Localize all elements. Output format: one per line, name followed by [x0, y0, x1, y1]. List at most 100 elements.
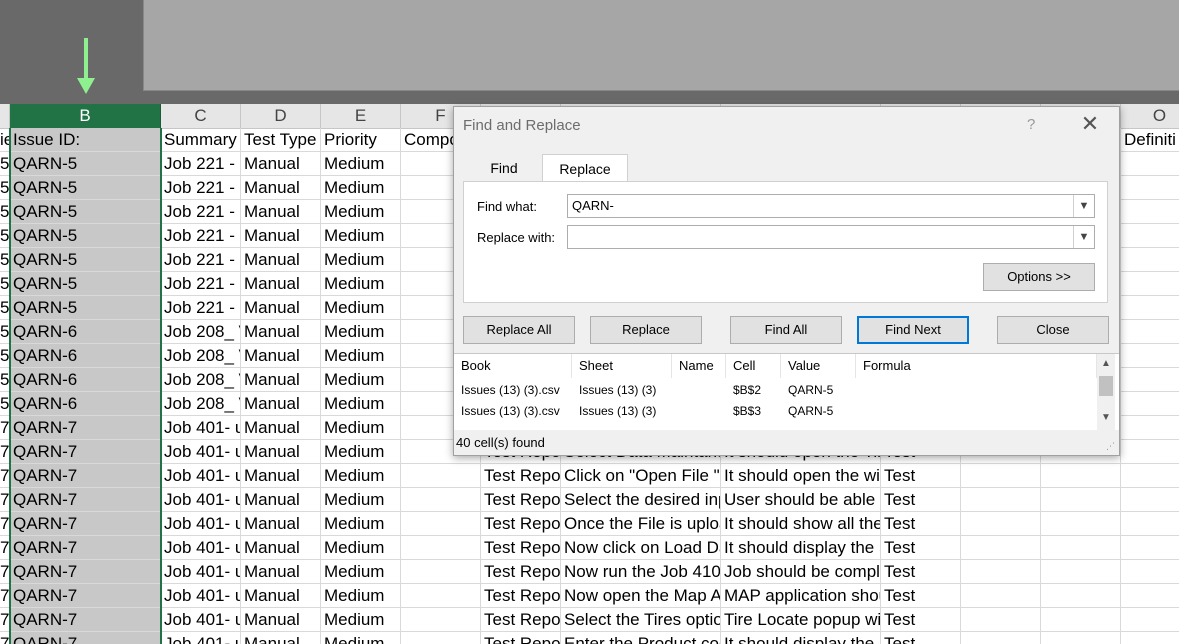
- table-cell[interactable]: Medium: [321, 536, 401, 560]
- table-cell[interactable]: [1041, 536, 1121, 560]
- table-cell[interactable]: Tire Locate popup window shoul: [721, 608, 881, 632]
- table-cell[interactable]: QARN-7: [10, 464, 161, 488]
- result-sheet[interactable]: Issues (13) (3): [572, 380, 656, 401]
- table-cell[interactable]: [401, 464, 481, 488]
- table-cell[interactable]: It should show all the count of Sl: [721, 512, 881, 536]
- table-cell[interactable]: [1121, 416, 1179, 440]
- table-cell[interactable]: Job 221 - U: [161, 272, 241, 296]
- table-cell[interactable]: Manual: [241, 176, 321, 200]
- table-cell[interactable]: Manual: [241, 560, 321, 584]
- table-cell[interactable]: [1041, 608, 1121, 632]
- table-cell[interactable]: Select the desired inp: [561, 488, 721, 512]
- table-cell[interactable]: It should display the information: [721, 632, 881, 644]
- table-cell[interactable]: Job 401- u: [161, 560, 241, 584]
- table-cell[interactable]: QARN-6: [10, 320, 161, 344]
- table-cell[interactable]: Job 208_ V: [161, 320, 241, 344]
- table-cell[interactable]: QARN-5: [10, 200, 161, 224]
- results-header-name[interactable]: Name: [672, 354, 726, 378]
- table-cell[interactable]: Test Repos: [481, 464, 561, 488]
- table-cell[interactable]: Job 401- u: [161, 416, 241, 440]
- table-cell[interactable]: [1121, 272, 1179, 296]
- table-cell[interactable]: [1121, 488, 1179, 512]
- table-cell[interactable]: Manual: [241, 224, 321, 248]
- table-cell[interactable]: Medium: [321, 440, 401, 464]
- table-cell[interactable]: [401, 608, 481, 632]
- close-icon[interactable]: ✕: [1080, 113, 1100, 135]
- results-scrollbar[interactable]: ▲ ▼: [1097, 354, 1115, 430]
- table-cell[interactable]: Job 401- u: [161, 536, 241, 560]
- table-cell[interactable]: Medium: [321, 224, 401, 248]
- column-header[interactable]: E: [321, 104, 401, 128]
- find-what-input[interactable]: QARN- ▼: [567, 194, 1095, 218]
- replace-with-input[interactable]: ▼: [567, 225, 1095, 249]
- table-cell[interactable]: Test Repos: [481, 584, 561, 608]
- result-value[interactable]: QARN-5: [781, 380, 833, 401]
- table-cell[interactable]: Job 221 - U: [161, 248, 241, 272]
- table-cell[interactable]: Job should be completed sucessf: [721, 560, 881, 584]
- result-sheet[interactable]: Issues (13) (3): [572, 401, 656, 422]
- table-cell[interactable]: QARN-7: [10, 440, 161, 464]
- table-cell[interactable]: Test: [881, 512, 961, 536]
- table-cell[interactable]: Click on "Open File " i: [561, 464, 721, 488]
- table-cell[interactable]: Now click on Load Da: [561, 536, 721, 560]
- table-cell[interactable]: QARN-5: [10, 176, 161, 200]
- table-cell[interactable]: [1041, 560, 1121, 584]
- table-cell[interactable]: [1121, 248, 1179, 272]
- table-cell[interactable]: [961, 584, 1041, 608]
- table-cell[interactable]: [1121, 560, 1179, 584]
- table-cell[interactable]: [961, 536, 1041, 560]
- tab-find[interactable]: Find: [472, 154, 536, 182]
- table-cell[interactable]: QARN-5: [10, 272, 161, 296]
- column-header[interactable]: [0, 104, 10, 128]
- results-header-formula[interactable]: Formula: [856, 354, 1097, 378]
- table-cell[interactable]: QARN-7: [10, 536, 161, 560]
- result-cell[interactable]: $B$3: [726, 401, 761, 422]
- table-cell[interactable]: Medium: [321, 464, 401, 488]
- table-cell[interactable]: Test: [881, 632, 961, 644]
- table-cell[interactable]: Medium: [321, 392, 401, 416]
- table-cell[interactable]: Manual: [241, 488, 321, 512]
- scroll-thumb[interactable]: [1099, 376, 1113, 396]
- header-cell[interactable]: Test Type: [241, 128, 321, 152]
- table-cell[interactable]: It should display the Sucessful loa: [721, 536, 881, 560]
- table-cell[interactable]: [401, 560, 481, 584]
- table-cell[interactable]: [1121, 320, 1179, 344]
- table-cell[interactable]: [1041, 488, 1121, 512]
- table-cell[interactable]: Medium: [321, 488, 401, 512]
- table-cell[interactable]: Test: [881, 536, 961, 560]
- table-cell[interactable]: [1121, 176, 1179, 200]
- table-cell[interactable]: Medium: [321, 416, 401, 440]
- header-cell[interactable]: Summary: [161, 128, 241, 152]
- tab-replace[interactable]: Replace: [542, 154, 628, 184]
- table-cell[interactable]: Medium: [321, 320, 401, 344]
- table-cell[interactable]: [401, 584, 481, 608]
- table-cell[interactable]: Test Repos: [481, 488, 561, 512]
- table-cell[interactable]: Medium: [321, 584, 401, 608]
- table-cell[interactable]: Job 401- u: [161, 488, 241, 512]
- table-cell[interactable]: QARN-7: [10, 608, 161, 632]
- table-cell[interactable]: [961, 464, 1041, 488]
- result-cell[interactable]: $B$2: [726, 380, 761, 401]
- table-cell[interactable]: Now run the Job 410: [561, 560, 721, 584]
- help-button[interactable]: ?: [1027, 116, 1035, 133]
- column-header[interactable]: O: [1121, 104, 1179, 128]
- table-cell[interactable]: It should open the window to sel: [721, 464, 881, 488]
- header-cell[interactable]: Issue ID:: [10, 128, 161, 152]
- table-cell[interactable]: [1121, 536, 1179, 560]
- table-cell[interactable]: Manual: [241, 536, 321, 560]
- table-cell[interactable]: [1121, 344, 1179, 368]
- header-cell[interactable]: Priority: [321, 128, 401, 152]
- table-cell[interactable]: [1121, 296, 1179, 320]
- table-cell[interactable]: [401, 512, 481, 536]
- replace-button[interactable]: Replace: [590, 316, 702, 344]
- table-cell[interactable]: [1121, 152, 1179, 176]
- table-cell[interactable]: QARN-5: [10, 248, 161, 272]
- table-cell[interactable]: Test: [881, 560, 961, 584]
- table-cell[interactable]: Medium: [321, 632, 401, 644]
- table-cell[interactable]: [961, 560, 1041, 584]
- table-cell[interactable]: QARN-7: [10, 488, 161, 512]
- table-cell[interactable]: Medium: [321, 248, 401, 272]
- table-cell[interactable]: Once the File is uploa: [561, 512, 721, 536]
- table-cell[interactable]: Manual: [241, 320, 321, 344]
- table-cell[interactable]: Manual: [241, 296, 321, 320]
